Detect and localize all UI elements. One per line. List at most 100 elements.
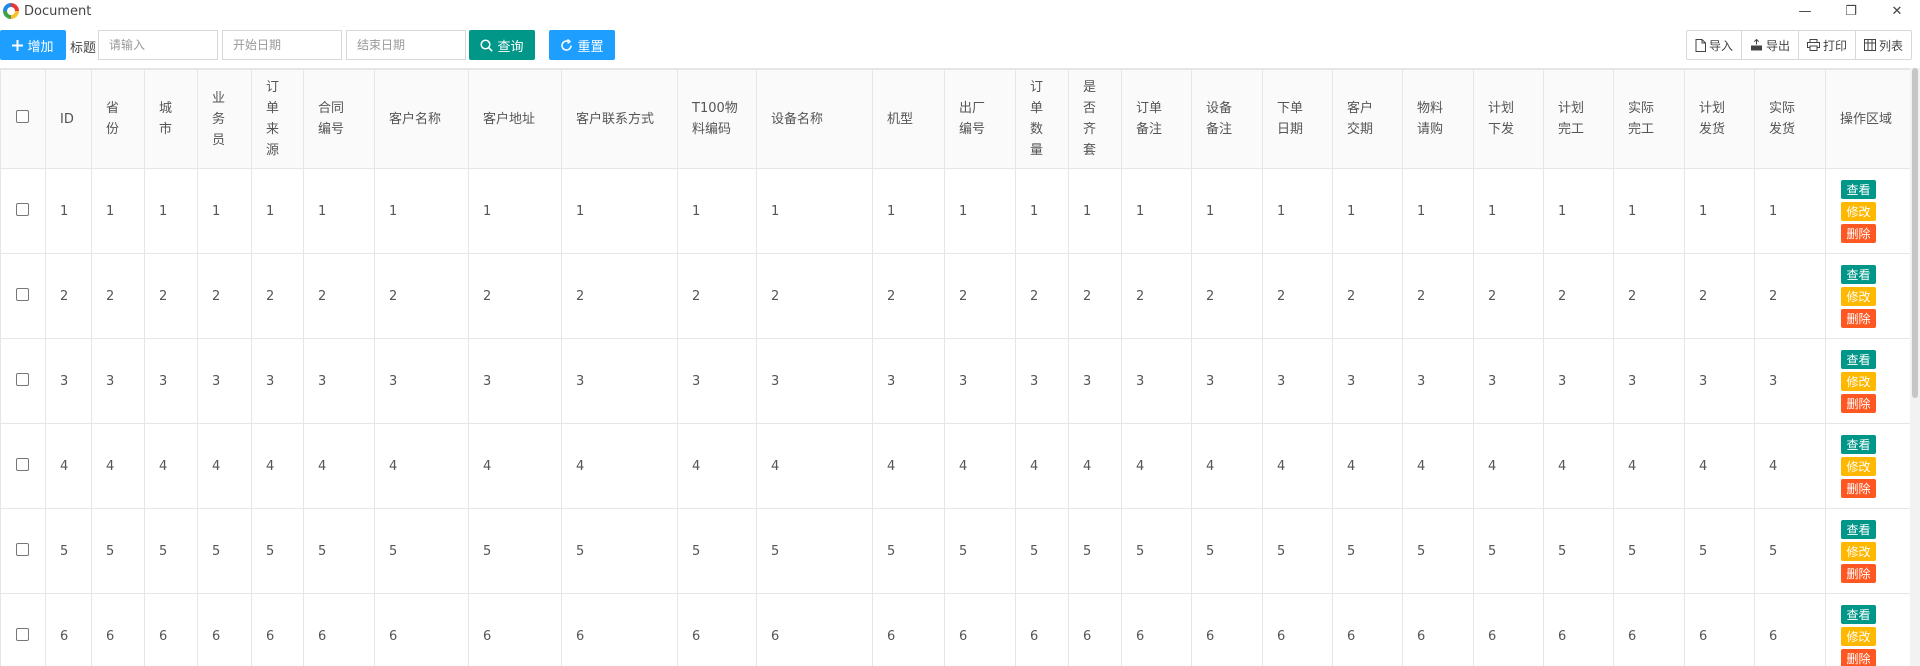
close-icon[interactable]: ✕	[1874, 0, 1920, 22]
delete-button[interactable]: 删除	[1841, 393, 1876, 413]
column-header: 订 单 数 量	[1015, 69, 1069, 169]
table-cell: 5	[1684, 508, 1755, 594]
title-input[interactable]	[98, 30, 218, 60]
minimize-icon[interactable]: —	[1782, 0, 1828, 22]
table-cell: 2	[677, 253, 757, 339]
columns-icon	[1863, 39, 1876, 51]
view-button[interactable]: 查看	[1841, 349, 1876, 369]
table-cell: 4	[944, 423, 1016, 509]
table-cell: 1	[197, 168, 252, 254]
table-cell: 5	[303, 508, 375, 594]
add-button-label: 增加	[27, 39, 54, 55]
table-cell: 1	[1262, 168, 1333, 254]
table-cell: 2	[1613, 253, 1685, 339]
delete-button[interactable]: 删除	[1841, 563, 1876, 583]
table-cell: 6	[45, 593, 92, 666]
edit-button[interactable]: 修改	[1841, 201, 1876, 221]
delete-button[interactable]: 删除	[1841, 478, 1876, 498]
table-cell: 3	[1613, 338, 1685, 424]
table-cell: 5	[197, 508, 252, 594]
window-controls: — ❐ ✕	[1782, 0, 1920, 22]
scrollbar-thumb[interactable]	[1912, 68, 1918, 398]
edit-button[interactable]: 修改	[1841, 371, 1876, 391]
row-checkbox[interactable]	[16, 287, 29, 301]
edit-button[interactable]: 修改	[1841, 286, 1876, 306]
column-header: 计划 下发	[1473, 69, 1544, 169]
export-icon	[1750, 39, 1762, 51]
table-cell: 2	[45, 253, 92, 339]
restore-icon[interactable]: ❐	[1828, 0, 1874, 22]
column-header: 客户联系方式	[561, 69, 678, 169]
table-cell: 5	[1402, 508, 1474, 594]
row-checkbox[interactable]	[16, 542, 29, 556]
table-cell: 5	[677, 508, 757, 594]
table-cell: 3	[1543, 338, 1614, 424]
edit-button[interactable]: 修改	[1841, 456, 1876, 476]
table-cell: 5	[1068, 508, 1122, 594]
table-cell: 3	[1473, 338, 1544, 424]
table-cell: 4	[144, 423, 198, 509]
view-button[interactable]: 查看	[1841, 434, 1876, 454]
column-header: 订 单 来 源	[251, 69, 304, 169]
table-cell: 6	[144, 593, 198, 666]
table-cell: 4	[197, 423, 252, 509]
table-cell: 3	[756, 338, 873, 424]
file-icon	[1695, 38, 1706, 52]
table-cell: 4	[756, 423, 873, 509]
table-cell: 2	[91, 253, 145, 339]
table-cell: 1	[756, 168, 873, 254]
view-button[interactable]: 查看	[1841, 604, 1876, 624]
view-button[interactable]: 查看	[1841, 264, 1876, 284]
table-cell: 4	[1754, 423, 1826, 509]
row-checkbox[interactable]	[16, 457, 29, 471]
columns-button[interactable]: 列表	[1854, 31, 1911, 59]
table-cell: 1	[1121, 168, 1192, 254]
table-cell: 2	[1402, 253, 1474, 339]
delete-button[interactable]: 删除	[1841, 223, 1876, 243]
row-actions: 查看 修改 删除	[1840, 519, 1918, 583]
column-header: 出厂 编号	[944, 69, 1016, 169]
table-cell: 3	[677, 338, 757, 424]
edit-button[interactable]: 修改	[1841, 626, 1876, 646]
table-header-row: ID 省 份 城 市 业 务 员 订 单 来 源 合同 编号 客户名称 客户地址 客户联系方式 T…	[0, 69, 1918, 169]
column-header: 设备名称	[756, 69, 873, 169]
table-cell: 4	[872, 423, 945, 509]
vertical-scrollbar[interactable]	[1910, 68, 1920, 666]
print-button[interactable]: 打印	[1797, 31, 1855, 59]
table-cell: 2	[1068, 253, 1122, 339]
row-checkbox[interactable]	[16, 202, 29, 216]
table-cell: 4	[374, 423, 469, 509]
table-cell: 6	[1068, 593, 1122, 666]
start-date-input[interactable]	[222, 30, 342, 60]
view-button[interactable]: 查看	[1841, 519, 1876, 539]
table-cell: 2	[1473, 253, 1544, 339]
reset-button[interactable]: 重置	[549, 30, 615, 60]
column-header-label: 订 单 数 量	[1030, 80, 1044, 158]
delete-button[interactable]: 删除	[1841, 308, 1876, 328]
table-cell: 6	[1754, 593, 1826, 666]
add-button[interactable]: 增加	[0, 30, 66, 60]
import-button[interactable]: 导入	[1687, 31, 1741, 59]
actions-cell: 查看 修改 删除	[1825, 508, 1918, 594]
export-button[interactable]: 导出	[1740, 31, 1798, 59]
table-cell: 1	[1068, 168, 1122, 254]
toolbar: 增加 标题 查询 重置 导入 导出 打印 列表	[0, 30, 1920, 62]
table-cell: 5	[374, 508, 469, 594]
column-header-label: 物料 请购	[1417, 101, 1444, 137]
table-cell: 3	[468, 338, 562, 424]
end-date-input[interactable]	[346, 30, 466, 60]
edit-button[interactable]: 修改	[1841, 541, 1876, 561]
delete-button[interactable]: 删除	[1841, 648, 1876, 666]
view-button[interactable]: 查看	[1841, 179, 1876, 199]
row-checkbox[interactable]	[16, 372, 29, 386]
table-cell: 2	[303, 253, 375, 339]
row-checkbox[interactable]	[16, 627, 29, 641]
table-cell: 3	[303, 338, 375, 424]
table-cell: 6	[1262, 593, 1333, 666]
table-cell: 1	[561, 168, 678, 254]
table-body: 1 1 1 1 1 1 1 1 1 1 1 1 1 1 1 1 1 1 1 1 1 1 1 1 1 查看 修改 删除 2 2 2 2 2 2 2 2 2…	[0, 168, 1918, 666]
query-button-label: 查询	[497, 39, 524, 55]
select-all-checkbox[interactable]	[16, 109, 29, 123]
column-header: 下单 日期	[1262, 69, 1333, 169]
query-button[interactable]: 查询	[469, 30, 535, 60]
